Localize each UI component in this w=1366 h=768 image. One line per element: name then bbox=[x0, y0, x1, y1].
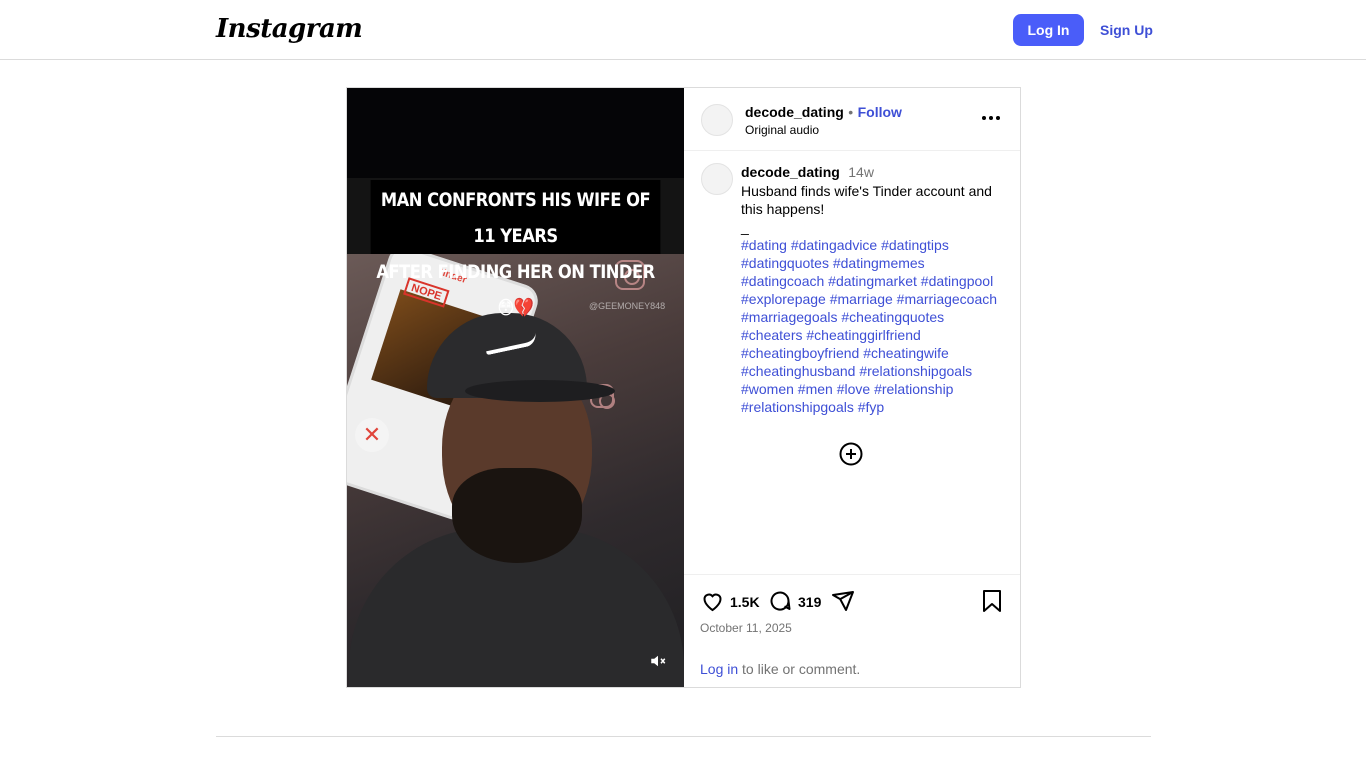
login-button[interactable]: Log In bbox=[1013, 14, 1084, 46]
overlay-line-1: MAN CONFRONTS HIS WIFE OF 11 YEARS bbox=[380, 189, 651, 247]
reject-x-icon: ✕ bbox=[355, 418, 389, 452]
separator-dot: • bbox=[848, 104, 854, 120]
caption-meta: decode_dating 14w bbox=[741, 163, 1011, 182]
login-prompt: Log in to like or comment. bbox=[700, 661, 860, 677]
video-letterbox bbox=[347, 88, 684, 178]
hashtag-line[interactable]: #datingcoach #datingmarket #datingpool bbox=[741, 272, 1011, 290]
hashtag-line[interactable]: #dating #datingadvice #datingtips bbox=[741, 236, 1011, 254]
share-icon[interactable] bbox=[831, 589, 855, 613]
author-username[interactable]: decode_dating bbox=[745, 104, 844, 120]
person-beard bbox=[452, 468, 582, 563]
instagram-logo[interactable]: Instagram bbox=[216, 14, 363, 44]
signup-link[interactable]: Sign Up bbox=[1100, 14, 1153, 46]
post-date[interactable]: October 11, 2025 bbox=[700, 621, 792, 635]
author-line: decode_dating • Follow bbox=[745, 104, 902, 122]
post-card: tinder NOPE ✕ @GEEMONEY848 MAN CONFRONTS… bbox=[346, 87, 1021, 688]
caption-divider: _ bbox=[741, 219, 749, 235]
caption-text-line-2: this happens! bbox=[741, 201, 825, 217]
caption-section: decode_dating 14w Husband finds wife's T… bbox=[684, 152, 1020, 574]
like-count[interactable]: 1.5K bbox=[730, 594, 760, 610]
hashtag-line[interactable]: #cheaters #cheatinggirlfriend bbox=[741, 326, 1011, 344]
audio-label[interactable]: Original audio bbox=[745, 123, 819, 137]
post-header: decode_dating • Follow Original audio bbox=[684, 88, 1020, 151]
heart-icon[interactable] bbox=[700, 589, 725, 613]
load-more-comments-icon[interactable] bbox=[839, 442, 863, 466]
video-player[interactable]: tinder NOPE ✕ @GEEMONEY848 MAN CONFRONTS… bbox=[347, 88, 684, 687]
comment-count[interactable]: 319 bbox=[798, 594, 821, 610]
hashtag-line[interactable]: #marriagegoals #cheatingquotes bbox=[741, 308, 1011, 326]
mute-icon[interactable] bbox=[649, 652, 667, 670]
caption-username[interactable]: decode_dating bbox=[741, 164, 840, 180]
comment-icon[interactable] bbox=[768, 589, 792, 613]
post-sidebar: decode_dating • Follow Original audio de… bbox=[684, 88, 1020, 687]
hashtag-line[interactable]: #explorepage #marriage #marriagecoach bbox=[741, 290, 1011, 308]
video-caption-overlay: MAN CONFRONTS HIS WIFE OF 11 YEARS AFTER… bbox=[370, 180, 661, 319]
hashtag-line[interactable]: #datingquotes #datingmemes bbox=[741, 254, 1011, 272]
hashtag-line[interactable]: #cheatinghusband #relationshipgoals bbox=[741, 362, 1011, 380]
author-avatar[interactable] bbox=[701, 104, 733, 136]
caption-body: decode_dating 14w Husband finds wife's T… bbox=[741, 163, 1011, 416]
bookmark-icon[interactable] bbox=[981, 589, 1003, 613]
cap-brim bbox=[465, 380, 615, 402]
actions-section: 1.5K 319 October 11, 2025 Log in to like… bbox=[684, 574, 1020, 687]
caption-text-line-1: Husband finds wife's Tinder account and bbox=[741, 183, 992, 199]
follow-button[interactable]: Follow bbox=[858, 104, 902, 120]
hashtag-line[interactable]: #relationshipgoals #fyp bbox=[741, 398, 1011, 416]
post-age: 14w bbox=[848, 164, 874, 180]
hashtag-line[interactable]: #women #men #love #relationship bbox=[741, 380, 1011, 398]
footer-divider bbox=[216, 736, 1151, 737]
overlay-line-2: AFTER FINDING HER ON TINDER 😳💔 bbox=[376, 261, 655, 319]
login-prompt-text: to like or comment. bbox=[738, 661, 861, 677]
login-link[interactable]: Log in bbox=[700, 661, 738, 677]
top-nav-bar: Instagram Log In Sign Up bbox=[0, 0, 1366, 60]
caption-author-avatar[interactable] bbox=[701, 163, 733, 195]
hashtag-line[interactable]: #cheatingboyfriend #cheatingwife bbox=[741, 344, 1011, 362]
more-options-icon[interactable] bbox=[981, 115, 1001, 121]
